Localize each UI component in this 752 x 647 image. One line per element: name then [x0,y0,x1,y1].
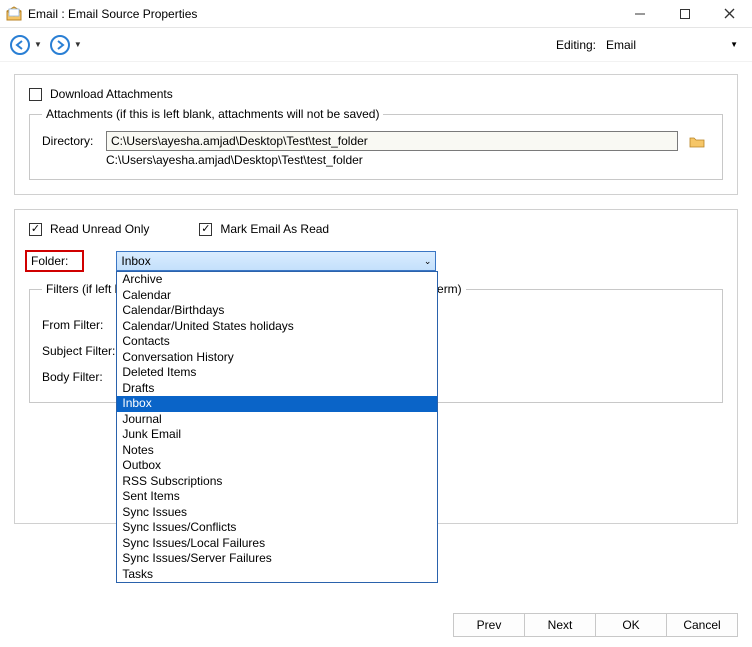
read-unread-row: Read Unread Only [29,222,149,236]
folder-option[interactable]: Notes [117,443,437,459]
browse-folder-button[interactable] [684,131,710,151]
folder-option[interactable]: Calendar/Birthdays [117,303,437,319]
window-controls [617,0,752,28]
folder-label: Folder: [25,250,84,272]
close-button[interactable] [707,0,752,28]
nav-forward-dropdown-icon[interactable]: ▼ [74,40,82,49]
title-bar: Email : Email Source Properties [0,0,752,28]
read-unread-label: Read Unread Only [50,222,149,236]
attachments-fieldset: Attachments (if this is left blank, atta… [29,107,723,180]
nav-forward-button[interactable] [50,35,70,55]
folder-option[interactable]: Sync Issues/Conflicts [117,520,437,536]
read-unread-checkbox[interactable] [29,223,42,236]
window-title: Email : Email Source Properties [28,7,617,21]
folder-option[interactable]: RSS Subscriptions [117,474,437,490]
folder-selected-value: Inbox [121,254,150,268]
folder-dropdown-list[interactable]: ArchiveCalendarCalendar/BirthdaysCalenda… [116,271,438,583]
editing-selector: Editing: Email ▼ [556,36,742,54]
folder-option[interactable]: Outbox [117,458,437,474]
nav-back-dropdown-icon[interactable]: ▼ [34,40,42,49]
folder-option[interactable]: Sync Issues/Local Failures [117,536,437,552]
directory-input[interactable] [106,131,678,151]
minimize-button[interactable] [617,0,662,28]
folder-option[interactable]: Deleted Items [117,365,437,381]
folder-option[interactable]: Calendar/United States holidays [117,319,437,335]
attachments-panel: Download Attachments Attachments (if thi… [14,74,738,195]
directory-label: Directory: [42,134,106,148]
nav-back-button[interactable] [10,35,30,55]
mark-read-checkbox[interactable] [199,223,212,236]
maximize-button[interactable] [662,0,707,28]
attachments-legend: Attachments (if this is left blank, atta… [42,107,383,121]
folder-combobox[interactable]: Inbox ⌄ ArchiveCalendarCalendar/Birthday… [116,251,436,271]
chevron-down-icon: ▼ [730,40,738,49]
folder-option[interactable]: Archive [117,272,437,288]
footer-buttons: Prev Next OK Cancel [454,613,738,637]
folder-icon [689,135,705,148]
folder-option[interactable]: Sync Issues [117,505,437,521]
mark-read-row: Mark Email As Read [199,222,329,236]
folder-option[interactable]: Sent Items [117,489,437,505]
editing-value: Email [606,38,636,52]
download-attachments-checkbox[interactable] [29,88,42,101]
folder-option[interactable]: Tasks [117,567,437,583]
cancel-button[interactable]: Cancel [666,613,738,637]
folder-option[interactable]: Sync Issues/Server Failures [117,551,437,567]
folder-option[interactable]: Conversation History [117,350,437,366]
folder-option[interactable]: Contacts [117,334,437,350]
prev-button[interactable]: Prev [453,613,525,637]
download-attachments-label: Download Attachments [50,87,173,101]
editing-dropdown[interactable]: Email ▼ [602,36,742,54]
next-button[interactable]: Next [524,613,596,637]
editing-label: Editing: [556,38,596,52]
mark-read-label: Mark Email As Read [220,222,329,236]
download-attachments-row: Download Attachments [29,87,723,101]
folder-option[interactable]: Calendar [117,288,437,304]
folder-option[interactable]: Drafts [117,381,437,397]
ok-button[interactable]: OK [595,613,667,637]
toolbar: ▼ ▼ Editing: Email ▼ [0,28,752,62]
folder-option[interactable]: Inbox [117,396,437,412]
folder-option[interactable]: Junk Email [117,427,437,443]
directory-echo: C:\Users\ayesha.amjad\Desktop\Test\test_… [106,153,710,167]
chevron-down-icon: ⌄ [424,256,432,267]
folder-option[interactable]: Journal [117,412,437,428]
options-panel: Read Unread Only Mark Email As Read Fold… [14,209,738,524]
app-icon [6,6,22,22]
